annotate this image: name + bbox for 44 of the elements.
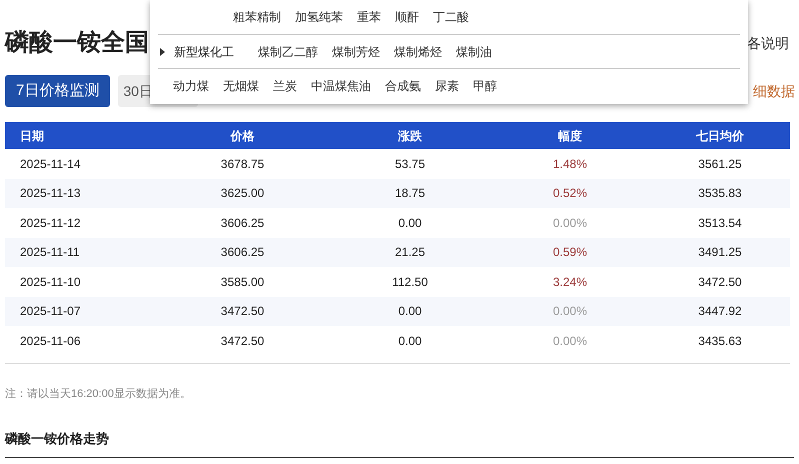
table-cell-text: 3561.25	[697, 156, 743, 173]
table-cell-text: 2025-11-13	[19, 185, 82, 202]
table-cell-text: 3.24%	[552, 274, 588, 291]
table-cell-text: 3585.00	[220, 274, 266, 291]
category-label: 新型煤化工	[174, 44, 234, 60]
table-cell-text: 0.59%	[552, 244, 588, 262]
table-cell-text: 0.00%	[552, 214, 588, 232]
table-cell-text: 2025-11-06	[19, 332, 82, 350]
note-text: 注：请以当天16:20:00显示数据为准。	[5, 388, 191, 400]
table-cell-text: 3625.00	[220, 185, 266, 202]
page-title: 磷酸一铵全国	[5, 31, 149, 55]
table-cell-text: 21.25	[394, 244, 426, 262]
table-cell-text: 53.75	[394, 156, 426, 173]
section-title: 磷酸一铵价格走势	[5, 430, 109, 446]
table-cell-text: 112.50	[391, 274, 429, 291]
table-cell-text: 3447.92	[697, 303, 743, 320]
column-header: 日期	[19, 128, 45, 144]
table-cell-text: 3513.54	[697, 214, 743, 232]
table-cell-text: 3678.75	[220, 156, 266, 173]
table-cell-text: 3535.83	[697, 185, 743, 202]
column-header: 七日均价	[694, 128, 745, 144]
table-cell-text: 0.00	[397, 332, 423, 350]
table-cell-text: 3472.50	[697, 274, 743, 291]
table-cell-text: 3606.25	[220, 244, 266, 262]
table-cell-text: 18.75	[394, 185, 426, 202]
column-header: 涨跌	[397, 128, 423, 144]
table-cell-text: 3606.25	[220, 214, 266, 232]
table-cell-text: 3435.63	[697, 332, 743, 350]
table-cell-text: 0.00	[397, 214, 423, 232]
table-cell-text: 1.48%	[552, 156, 588, 173]
table-cell-text: 0.00	[397, 303, 423, 320]
column-header: 价格	[229, 128, 256, 144]
table-cell-text: 0.52%	[552, 185, 588, 202]
table-cell-text: 0.00%	[552, 332, 588, 350]
table-cell-text: 3472.50	[220, 303, 266, 320]
table-cell-text: 3472.50	[220, 332, 266, 350]
table-cell-text: 2025-11-11	[19, 244, 81, 262]
table-cell-text: 2025-11-12	[19, 214, 82, 232]
table-cell-text: 2025-11-07	[19, 303, 82, 320]
table-cell-text: 3491.25	[697, 244, 743, 262]
table-cell-text: 2025-11-14	[19, 156, 82, 173]
table-cell-text: 2025-11-10	[19, 274, 82, 291]
column-header: 幅度	[557, 128, 583, 144]
table-cell-text: 0.00%	[552, 303, 588, 320]
